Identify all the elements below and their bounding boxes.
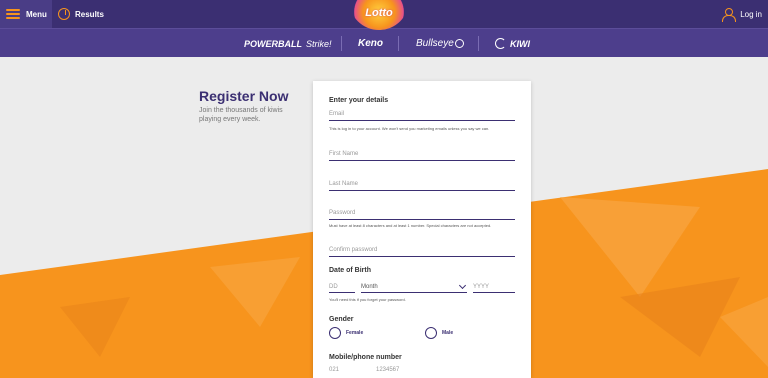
confirm-password-field[interactable]: Confirm password [329, 243, 515, 257]
male-label: Male [442, 330, 454, 336]
kiwi-label: KIWI [510, 38, 530, 49]
dob-month-value: Month [361, 284, 378, 290]
strike-label: Strike! [306, 38, 332, 49]
results-icon [58, 8, 70, 20]
female-label: Female [346, 330, 364, 336]
results-button[interactable]: Results [58, 0, 104, 28]
last-name-field[interactable]: Last Name [329, 177, 515, 191]
menu-label: Menu [26, 9, 47, 19]
lotto-logo[interactable]: Lotto [349, 0, 409, 30]
dob-day-field[interactable]: DD [329, 280, 355, 293]
gender-section-title: Gender [329, 316, 354, 323]
games-bar: POWERBALL Strike! Keno Bullseye KIWI [0, 28, 768, 57]
dob-year-placeholder: YYYY [473, 284, 490, 290]
divider [398, 36, 399, 51]
phone-area-field[interactable]: 021 [329, 367, 339, 373]
email-placeholder: Email [329, 111, 345, 117]
password-placeholder: Password [329, 210, 356, 216]
powerball-label: POWERBALL [244, 38, 302, 49]
chevron-down-icon [458, 281, 467, 290]
password-field[interactable]: Password [329, 206, 515, 220]
powerball-strike-link[interactable]: POWERBALL Strike! [244, 29, 332, 58]
hamburger-icon [6, 9, 20, 19]
page-title: Register Now [199, 88, 289, 104]
logo-text: Lotto [365, 7, 393, 19]
registration-form: Enter your details Email This is log in … [313, 81, 531, 378]
gender-male-radio[interactable]: Male [425, 327, 453, 339]
dob-hint: You'll need this if you forget your pass… [329, 297, 406, 302]
login-button[interactable]: Log in [722, 0, 762, 28]
instant-kiwi-link[interactable]: KIWI [495, 29, 530, 58]
confirm-password-placeholder: Confirm password [329, 247, 378, 253]
kiwi-swirl-icon [495, 38, 506, 49]
dob-section-title: Date of Birth [329, 267, 371, 274]
bullseye-label: Bullseye [416, 38, 454, 49]
email-field[interactable]: Email [329, 107, 515, 121]
keno-link[interactable]: Keno [358, 29, 383, 58]
radio-circle [329, 327, 341, 339]
first-name-placeholder: First Name [329, 151, 359, 157]
radio-circle [425, 327, 437, 339]
results-label: Results [75, 9, 104, 19]
phone-number-field[interactable]: 1234567 [376, 367, 399, 373]
bullseye-icon [454, 39, 464, 48]
page-subtitle: Join the thousands of kiwis playing ever… [199, 107, 283, 123]
dob-day-placeholder: DD [329, 284, 338, 290]
login-label: Log in [740, 9, 762, 19]
divider [478, 36, 479, 51]
first-name-field[interactable]: First Name [329, 147, 515, 161]
gender-female-radio[interactable]: Female [329, 327, 363, 339]
email-hint: This is log in to your account. We won't… [329, 126, 490, 131]
keno-label: Keno [358, 38, 383, 49]
user-icon [722, 7, 737, 22]
last-name-placeholder: Last Name [329, 181, 359, 187]
bullseye-link[interactable]: Bullseye [416, 29, 464, 58]
password-hint: Must have at least 8 characters and at l… [329, 223, 492, 228]
menu-button[interactable]: Menu [0, 0, 52, 28]
dob-month-select[interactable]: Month [361, 280, 467, 293]
divider [341, 36, 342, 51]
phone-section-title: Mobile/phone number [329, 354, 402, 361]
details-section-title: Enter your details [329, 97, 389, 104]
dob-year-field[interactable]: YYYY [473, 280, 515, 293]
